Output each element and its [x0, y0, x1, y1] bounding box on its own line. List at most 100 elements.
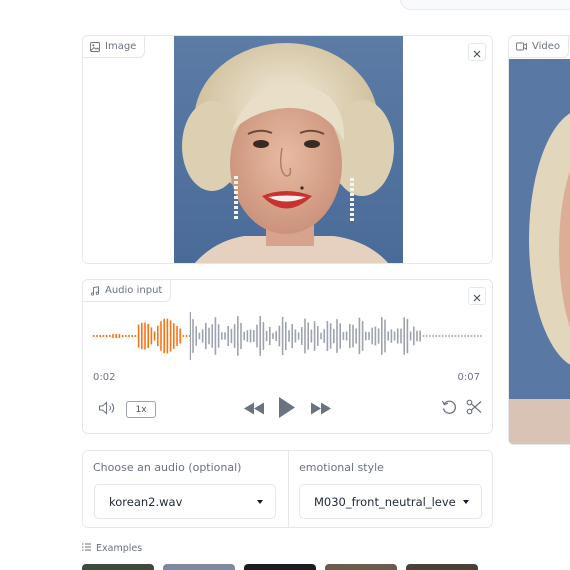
waveform-bar [416, 330, 418, 342]
waveform-bar [230, 328, 233, 344]
waveform-bar [192, 319, 194, 353]
waveform-bar [208, 327, 210, 345]
playhead[interactable] [189, 312, 191, 360]
image-close-button[interactable] [468, 43, 486, 61]
waveform-bar [320, 332, 322, 340]
waveform-bar [371, 327, 373, 345]
audio-close-button[interactable] [468, 287, 486, 305]
close-icon [473, 43, 481, 62]
video-panel-label: Video [509, 36, 570, 58]
style-select-dropdown[interactable]: M030_front_neutral_leve [299, 484, 482, 519]
waveform-bar [355, 328, 357, 344]
waveform-bar [374, 326, 377, 346]
waveform-bar [259, 316, 261, 356]
waveform-bar [99, 335, 101, 337]
top-search-pill[interactable] [400, 0, 570, 10]
example-thumbnail[interactable] [163, 564, 235, 570]
waveform-bar [323, 329, 325, 343]
waveform-bar [326, 321, 329, 351]
waveform-bar [425, 335, 428, 337]
waveform-bar [182, 335, 185, 337]
volume-button[interactable] [97, 400, 119, 418]
waveform-bar [201, 329, 204, 343]
rewind-button[interactable] [242, 400, 266, 418]
waveform-bar [278, 325, 281, 347]
waveform-bar [310, 329, 313, 343]
waveform-bar [313, 321, 316, 351]
waveform-bar [470, 335, 473, 337]
examples-gallery [82, 564, 478, 570]
play-icon [278, 396, 296, 423]
waveform-bar [144, 322, 146, 350]
waveform-bar [377, 328, 380, 344]
waveform-bar [461, 335, 463, 337]
example-thumbnail[interactable] [82, 564, 154, 570]
waveform-bar [451, 335, 453, 337]
play-button[interactable] [276, 396, 298, 422]
reset-button[interactable] [439, 400, 459, 418]
waveform-bar [358, 317, 361, 355]
waveform-bar [339, 323, 341, 349]
settings-row: Choose an audio (optional) korean2.wav e… [82, 450, 493, 528]
trim-button[interactable] [464, 399, 484, 418]
waveform-bar [112, 334, 114, 338]
waveform-bar [345, 331, 348, 341]
fast-forward-button[interactable] [309, 400, 333, 418]
waveform-bar [432, 335, 434, 337]
waveform-bar [342, 332, 345, 340]
waveform-bar [304, 318, 306, 354]
audio-waveform[interactable] [91, 310, 486, 366]
waveform-bar [480, 335, 482, 337]
waveform-bar [102, 335, 105, 337]
waveform-bar [137, 324, 140, 348]
waveform-bar [406, 318, 409, 354]
audio-select-value: korean2.wav [109, 494, 183, 509]
waveform-bar [205, 322, 207, 350]
waveform-bar [105, 335, 108, 337]
waveform-bar [288, 330, 290, 342]
waveform-bar [422, 335, 425, 337]
video-preview[interactable] [509, 59, 570, 445]
undo-icon [441, 399, 457, 419]
chevron-down-icon [463, 499, 469, 504]
waveform-bar [176, 326, 178, 346]
waveform-bar [169, 320, 172, 352]
example-thumbnail[interactable] [244, 564, 316, 570]
example-thumbnail[interactable] [325, 564, 397, 570]
waveform-bar [115, 334, 117, 338]
waveform-bar [147, 323, 149, 349]
current-time: 0:02 [93, 372, 116, 383]
playback-rate-button[interactable]: 1x [126, 401, 156, 418]
waveform-bar [195, 326, 197, 346]
waveform-bar [185, 335, 188, 337]
waveform-bar [173, 323, 175, 349]
rewind-icon [243, 400, 265, 419]
audio-select-dropdown[interactable]: korean2.wav [94, 484, 276, 519]
waveform-bar [198, 332, 201, 340]
waveform-bar [291, 323, 293, 349]
waveform-bar [361, 321, 364, 351]
waveform-bar [125, 335, 127, 337]
waveform-bar [160, 321, 162, 351]
waveform-bar [387, 331, 389, 341]
fast-forward-icon [310, 400, 332, 419]
waveform-bar [464, 335, 466, 337]
waveform-bar [381, 317, 383, 355]
waveform-bar [249, 329, 252, 343]
waveform-bar [477, 335, 479, 337]
audio-input-panel: Audio input 0:02 0:07 1x [82, 279, 493, 434]
waveform-bar [121, 335, 124, 337]
example-thumbnail[interactable] [406, 564, 478, 570]
waveform-bar [413, 326, 415, 346]
waveform-bar [301, 327, 303, 345]
waveform-bar [93, 335, 95, 337]
waveform-bar [317, 326, 319, 346]
examples-header: Examples [82, 543, 142, 554]
waveform-bar [179, 328, 181, 344]
image-icon [90, 41, 100, 52]
portrait-image [174, 36, 403, 263]
waveform-bar [400, 328, 402, 344]
waveform-bar [237, 316, 239, 356]
waveform-bar [153, 331, 156, 341]
waveform-bar [441, 335, 444, 337]
